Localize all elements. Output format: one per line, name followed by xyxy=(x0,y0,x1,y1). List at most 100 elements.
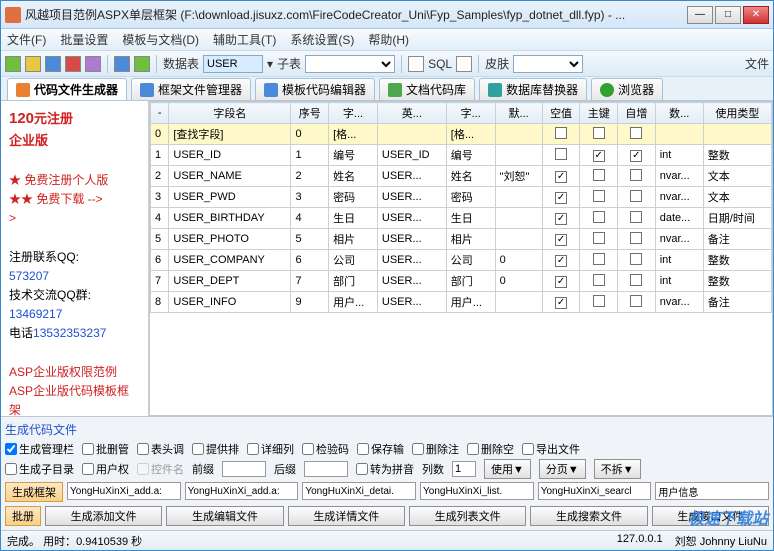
option2-0[interactable]: 生成子目录 xyxy=(5,461,74,477)
batch-button[interactable]: 批册 xyxy=(5,506,41,526)
child-table-combo[interactable] xyxy=(305,55,395,73)
table-row[interactable]: 5USER_PHOTO5相片USER...相片nvar...备注 xyxy=(151,229,772,250)
tool-icon[interactable] xyxy=(114,56,130,72)
tool2-icon[interactable] xyxy=(134,56,150,72)
option-2[interactable]: 表头调 xyxy=(137,441,184,457)
checkbox[interactable] xyxy=(630,232,642,244)
tab-0[interactable]: 代码文件生成器 xyxy=(7,78,127,100)
table-row[interactable]: 4USER_BIRTHDAY4生日USER...生日date...日期/时间 xyxy=(151,208,772,229)
file-f3[interactable] xyxy=(302,482,416,500)
checkbox[interactable] xyxy=(555,127,567,139)
field-grid[interactable]: -字段名序号字...英...字...默...空值主键自增数...使用类型0[查找… xyxy=(149,101,773,416)
maximize-button[interactable]: □ xyxy=(715,6,741,24)
checkbox[interactable] xyxy=(630,127,642,139)
open-icon[interactable] xyxy=(25,56,41,72)
new-icon[interactable] xyxy=(5,56,21,72)
save-icon[interactable] xyxy=(45,56,61,72)
checkbox[interactable] xyxy=(630,190,642,202)
gen-b5[interactable]: 生成搜索文件 xyxy=(530,506,647,526)
option2-2[interactable]: 控件名 xyxy=(137,461,184,477)
checkbox[interactable] xyxy=(555,276,567,288)
option-4[interactable]: 详细列 xyxy=(247,441,294,457)
menu-item-2[interactable]: 模板与文档(D) xyxy=(122,31,199,48)
menu-item-1[interactable]: 批量设置 xyxy=(60,31,108,48)
option2-1[interactable]: 用户权 xyxy=(82,461,129,477)
menu-item-4[interactable]: 系统设置(S) xyxy=(290,31,354,48)
column-header[interactable]: 英... xyxy=(377,103,446,124)
table-row[interactable]: 1USER_ID1编号USER_ID编号int整数 xyxy=(151,145,772,166)
table-row[interactable]: 6USER_COMPANY6公司USER...公司0int整数 xyxy=(151,250,772,271)
minimize-button[interactable]: — xyxy=(687,6,713,24)
checkbox[interactable] xyxy=(593,169,605,181)
column-header[interactable]: 字... xyxy=(446,103,495,124)
refresh-icon[interactable] xyxy=(85,56,101,72)
checkbox[interactable] xyxy=(555,192,567,204)
free-download-link[interactable]: ★★ 免费下载 --> xyxy=(9,190,140,209)
tab-3[interactable]: 文档代码库 xyxy=(379,78,475,100)
db-icon[interactable] xyxy=(408,56,424,72)
prefix-input[interactable] xyxy=(222,461,266,477)
column-header[interactable]: 字段名 xyxy=(169,103,291,124)
checkbox[interactable] xyxy=(630,295,642,307)
free-register-link[interactable]: ★ 免费注册个人版 xyxy=(9,171,140,190)
checkbox[interactable] xyxy=(630,253,642,265)
option-5[interactable]: 检验码 xyxy=(302,441,349,457)
gen-b1[interactable]: 生成添加文件 xyxy=(45,506,162,526)
file-label[interactable]: 文件 xyxy=(745,55,769,72)
checkbox[interactable] xyxy=(630,211,642,223)
checkbox[interactable] xyxy=(593,127,605,139)
sql-icon[interactable] xyxy=(456,56,472,72)
checkbox[interactable] xyxy=(555,255,567,267)
table-row[interactable]: 8USER_INFO9用户...USER...用户...nvar...备注 xyxy=(151,292,772,313)
option-8[interactable]: 删除空 xyxy=(467,441,514,457)
tab-4[interactable]: 数据库替换器 xyxy=(479,78,587,100)
checkbox[interactable] xyxy=(593,211,605,223)
page-combo[interactable]: 分页▼ xyxy=(539,459,586,479)
file-f5[interactable] xyxy=(538,482,652,500)
gen-b2[interactable]: 生成编辑文件 xyxy=(166,506,283,526)
style-combo[interactable]: 不拆▼ xyxy=(594,459,641,479)
suffix-input[interactable] xyxy=(304,461,348,477)
data-table-input[interactable] xyxy=(203,55,263,73)
menu-item-3[interactable]: 辅助工具(T) xyxy=(213,31,276,48)
file-f1[interactable] xyxy=(67,482,181,500)
contact-qq[interactable]: 573207 xyxy=(9,267,140,286)
checkbox[interactable] xyxy=(593,274,605,286)
checkbox[interactable] xyxy=(630,274,642,286)
checkbox[interactable] xyxy=(593,295,605,307)
menu-item-0[interactable]: 文件(F) xyxy=(7,31,46,48)
column-header[interactable]: 自增 xyxy=(618,103,656,124)
gen-b6[interactable]: 生成接口文件 xyxy=(652,506,769,526)
gen-b4[interactable]: 生成列表文件 xyxy=(409,506,526,526)
table-row[interactable]: 3USER_PWD3密码USER...密码nvar...文本 xyxy=(151,187,772,208)
file-f6[interactable] xyxy=(655,482,769,500)
delete-icon[interactable] xyxy=(65,56,81,72)
checkbox[interactable] xyxy=(593,253,605,265)
file-f4[interactable] xyxy=(420,482,534,500)
checkbox[interactable] xyxy=(630,169,642,181)
column-header[interactable]: 主键 xyxy=(580,103,618,124)
checkbox[interactable] xyxy=(555,171,567,183)
asp-link-2[interactable]: ASP企业版代码模板框架 xyxy=(9,382,140,416)
checkbox[interactable] xyxy=(555,297,567,309)
gen-b3[interactable]: 生成详情文件 xyxy=(288,506,405,526)
checkbox[interactable] xyxy=(593,232,605,244)
option-0[interactable]: 生成管理栏 xyxy=(5,441,74,457)
close-button[interactable]: ✕ xyxy=(743,6,769,24)
column-header[interactable]: 序号 xyxy=(291,103,329,124)
dropdown-icon[interactable]: ▾ xyxy=(267,57,273,71)
column-header[interactable]: 数... xyxy=(655,103,703,124)
tech-qq[interactable]: 13469217 xyxy=(9,305,140,324)
cols-input[interactable] xyxy=(452,461,476,477)
checkbox[interactable] xyxy=(555,148,567,160)
option-3[interactable]: 提供排 xyxy=(192,441,239,457)
gen-frame-button[interactable]: 生成框架 xyxy=(5,482,63,502)
tab-5[interactable]: 浏览器 xyxy=(591,78,663,100)
column-header[interactable]: 字... xyxy=(329,103,378,124)
file-f2[interactable] xyxy=(185,482,299,500)
asp-link-1[interactable]: ASP企业版权限范例 xyxy=(9,363,140,382)
table-row[interactable]: 0[查找字段]0[格...[格... xyxy=(151,124,772,145)
checkbox[interactable] xyxy=(555,234,567,246)
skin-combo[interactable] xyxy=(513,55,583,73)
column-header[interactable]: - xyxy=(151,103,169,124)
